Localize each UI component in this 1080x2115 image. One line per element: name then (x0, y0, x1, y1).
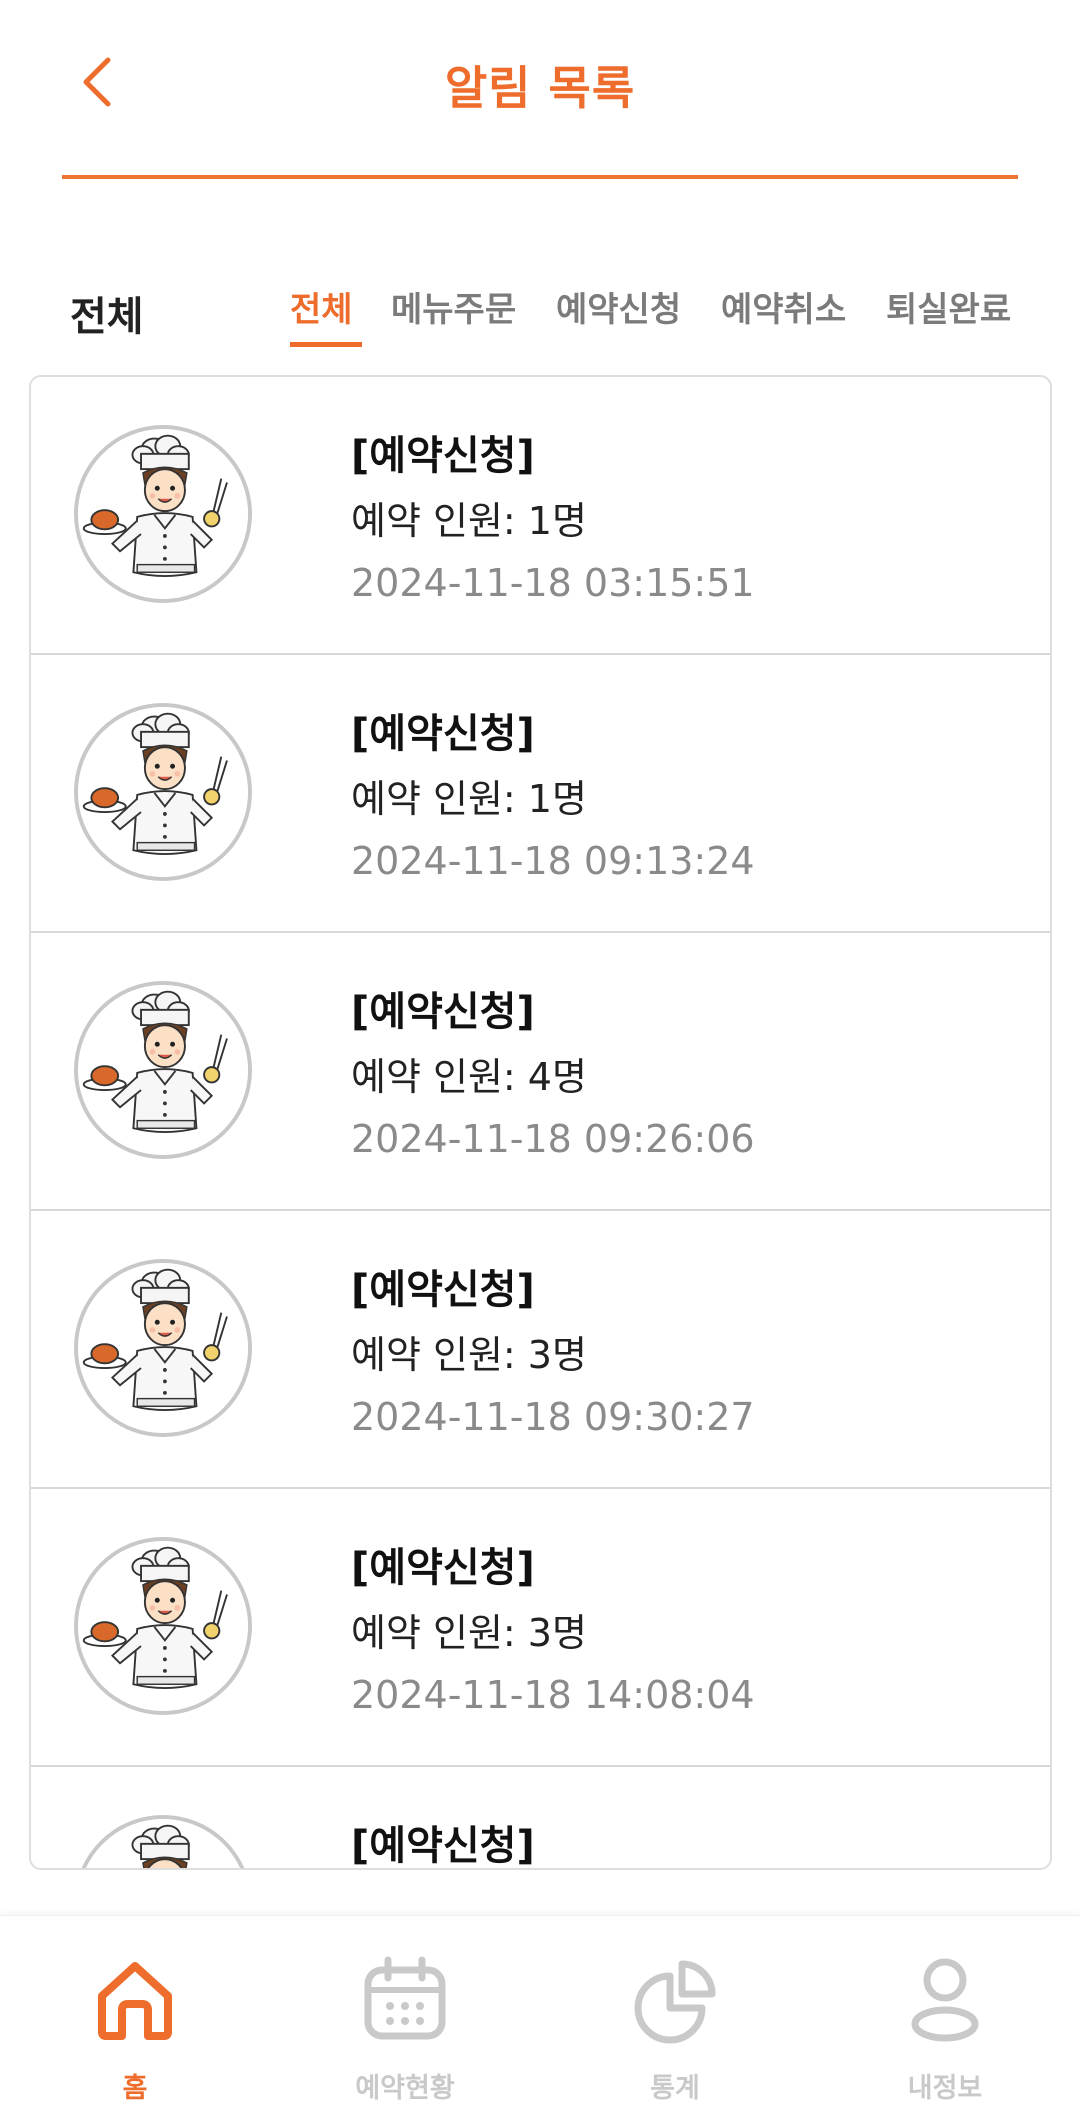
list-item[interactable]: [예약신청] 예약 인원: 1명 2024-11-18 03:15:51 (31, 377, 1050, 655)
list-item[interactable]: [예약신청] 예약 인원: 1명 2024-11-18 09:13:24 (31, 655, 1050, 933)
list-item[interactable]: [예약신청] 예약 인원: 4명 2024-11-18 09:26:06 (31, 933, 1050, 1211)
filter-title: 전체 (70, 294, 144, 340)
list-item[interactable]: [예약신청] (31, 1767, 1050, 1869)
calendar-icon (364, 1956, 446, 2040)
list-item[interactable]: [예약신청] 예약 인원: 3명 2024-11-18 09:30:27 (31, 1211, 1050, 1489)
item-body: 예약 인원: 1명 (351, 777, 587, 821)
chef-avatar (74, 981, 252, 1159)
list-item[interactable]: [예약신청] 예약 인원: 3명 2024-11-18 14:08:04 (31, 1489, 1050, 1767)
tab-checkout-complete[interactable]: 퇴실완료 (886, 282, 1011, 331)
notification-screen: 알림 목록 전체 전체 메뉴주문 예약신청 예약취소 퇴실완료 [예약신청] 예… (0, 0, 1080, 2115)
header-divider (62, 175, 1018, 179)
user-icon (911, 1958, 979, 2042)
page-title: 알림 목록 (444, 61, 636, 115)
item-title: [예약신청] (351, 989, 535, 1035)
notification-list[interactable]: [예약신청] 예약 인원: 1명 2024-11-18 03:15:51 [예약… (29, 375, 1052, 1870)
item-body: 예약 인원: 3명 (351, 1333, 587, 1377)
item-title: [예약신청] (351, 711, 535, 757)
item-title: [예약신청] (351, 1545, 535, 1591)
item-timestamp: 2024-11-18 09:26:06 (351, 1117, 755, 1161)
item-body: 예약 인원: 4명 (351, 1055, 587, 1099)
nav-label: 통계 (650, 2073, 700, 2104)
item-title: [예약신청] (351, 1267, 535, 1313)
active-tab-indicator (290, 342, 362, 347)
pie-chart-icon (634, 1960, 716, 2044)
nav-statistics[interactable]: 통계 (540, 1916, 810, 2115)
tab-all[interactable]: 전체 (290, 282, 353, 331)
nav-my-info[interactable]: 내정보 (810, 1916, 1080, 2115)
item-title: [예약신청] (351, 1823, 535, 1869)
filter-row: 전체 전체 메뉴주문 예약신청 예약취소 퇴실완료 (0, 270, 1080, 350)
chef-avatar (74, 1259, 252, 1437)
item-body: 예약 인원: 3명 (351, 1611, 587, 1655)
item-timestamp: 2024-11-18 09:13:24 (351, 839, 755, 883)
item-timestamp: 2024-11-18 14:08:04 (351, 1673, 755, 1717)
nav-label: 홈 (122, 2073, 148, 2104)
home-icon (98, 1962, 172, 2040)
header: 알림 목록 (0, 0, 1080, 180)
item-timestamp: 2024-11-18 09:30:27 (351, 1395, 755, 1439)
item-body: 예약 인원: 1명 (351, 499, 587, 543)
item-title: [예약신청] (351, 433, 535, 479)
nav-home[interactable]: 홈 (0, 1916, 270, 2115)
chef-avatar (74, 1537, 252, 1715)
tab-menu-order[interactable]: 메뉴주문 (391, 282, 516, 331)
chef-avatar (74, 1815, 252, 1868)
tab-reservation-request[interactable]: 예약신청 (556, 282, 681, 331)
bottom-nav: 홈 예약현황 통계 내정보 (0, 1915, 1080, 2115)
nav-reservations[interactable]: 예약현황 (270, 1916, 540, 2115)
nav-label: 내정보 (907, 2073, 983, 2104)
chef-avatar (74, 703, 252, 881)
nav-label: 예약현황 (355, 2073, 455, 2104)
item-timestamp: 2024-11-18 03:15:51 (351, 561, 755, 605)
chef-avatar (74, 425, 252, 603)
tab-reservation-cancel[interactable]: 예약취소 (721, 282, 846, 331)
